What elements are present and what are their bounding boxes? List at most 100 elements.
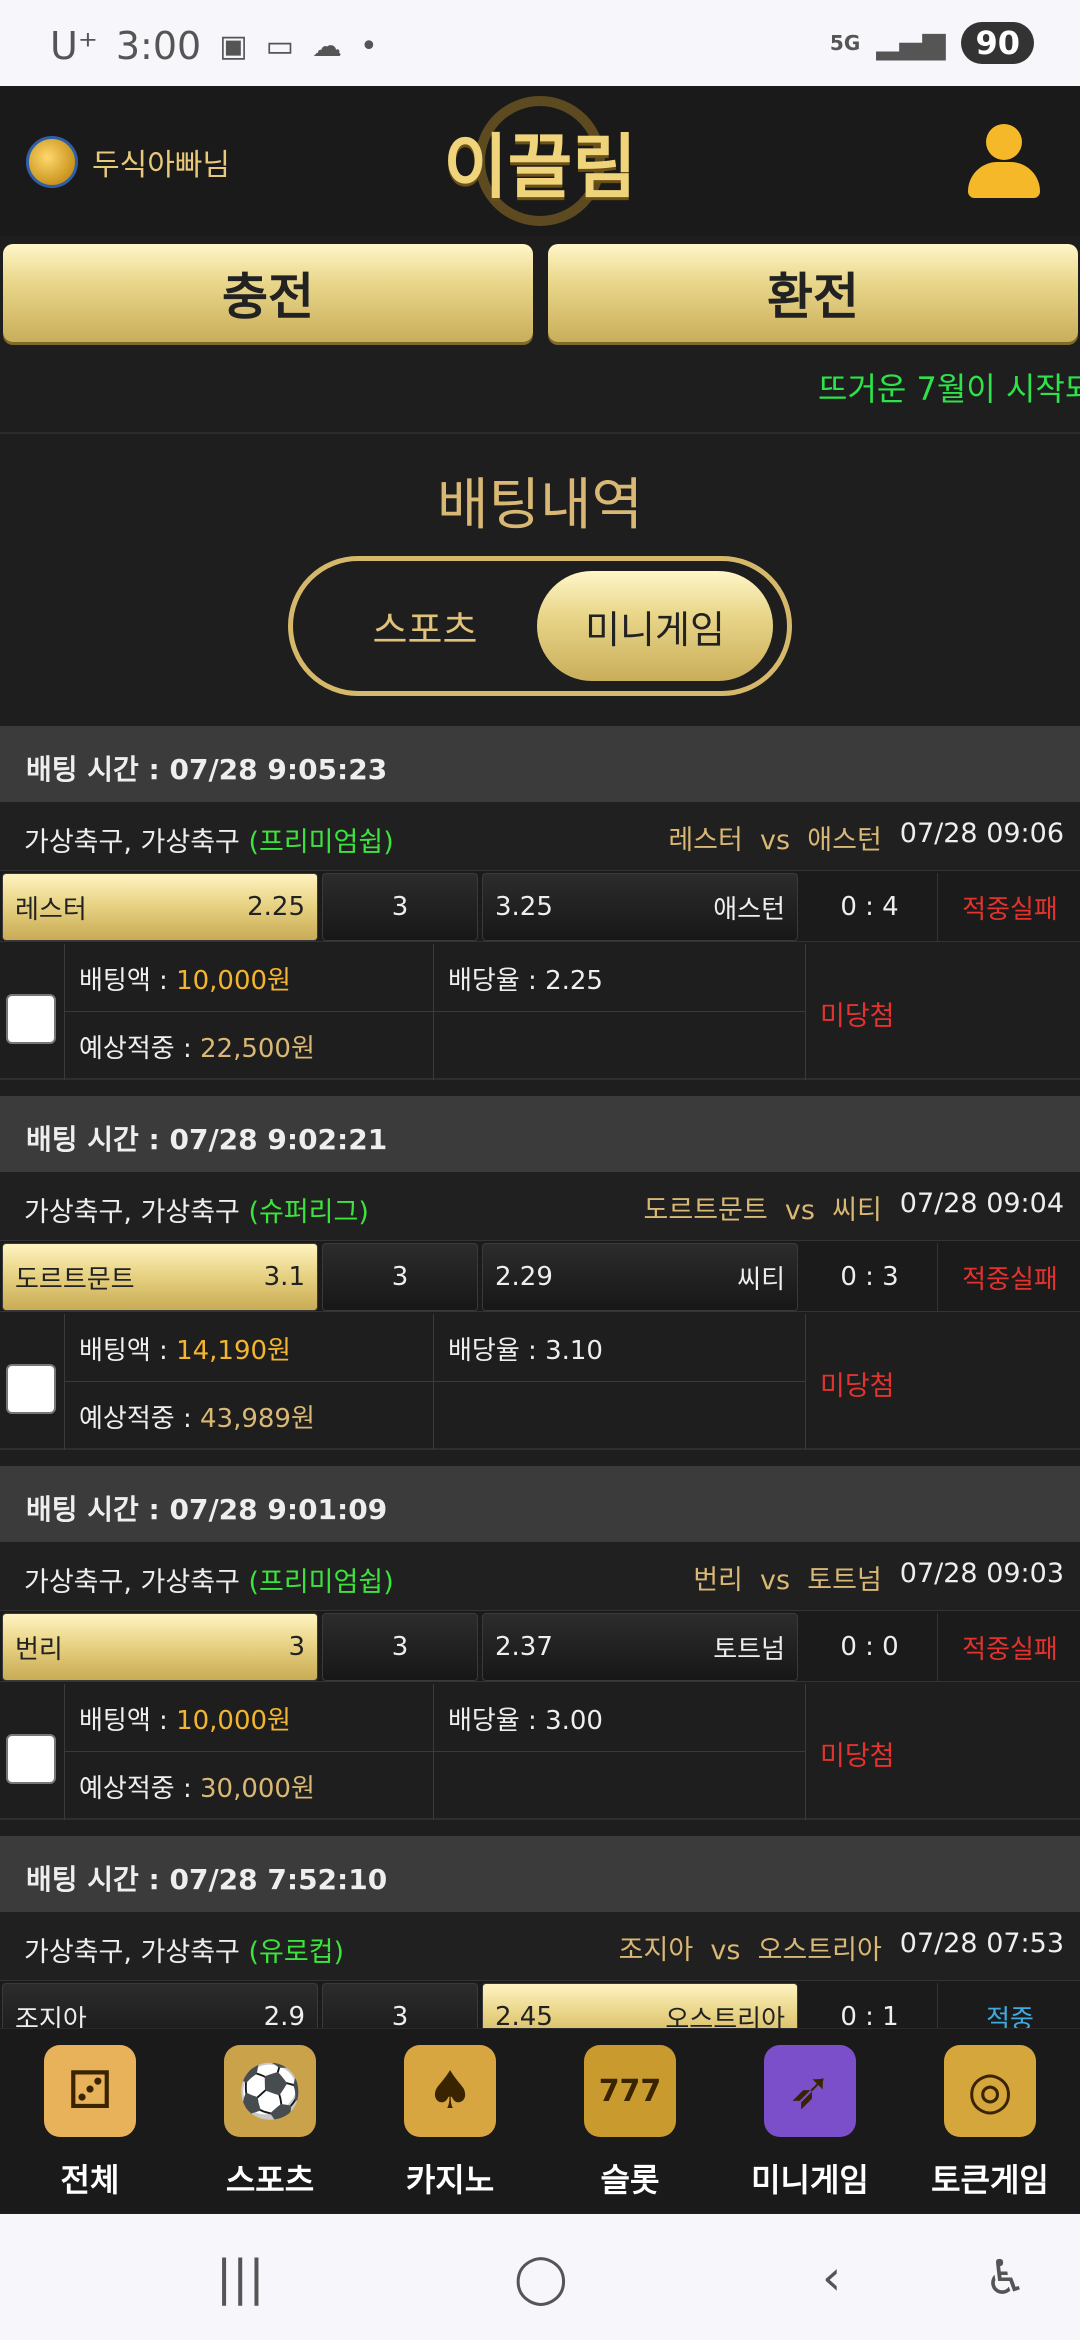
away-team: 애스턴 — [807, 825, 882, 856]
game-type: 가상축구, 가상축구 — [24, 1197, 249, 1228]
win-status: 미당첨 — [820, 1371, 895, 1402]
cards-icon: ♠ — [404, 2045, 496, 2137]
away-odds-cell: 3.25 애스턴 — [482, 873, 798, 941]
user-name: 두식아빠님 — [92, 148, 230, 183]
home-team: 도르트문트 — [643, 1195, 768, 1226]
payout-rate: 2.25 — [545, 966, 603, 996]
home-odds: 3 — [288, 1632, 305, 1662]
carrier-label: U⁺ — [50, 24, 98, 68]
match-info: 도르트문트 vs 씨티 07/28 09:04 — [644, 1188, 1064, 1227]
match-time: 07/28 07:53 — [899, 1928, 1064, 1959]
payout-rate-label: 배당율 : — [448, 1706, 546, 1736]
nav-label: 슬롯 — [600, 2161, 660, 2199]
bet-amount-label: 배팅액 : — [79, 1336, 177, 1366]
dot-icon: • — [359, 28, 378, 64]
bet-time: 배팅 시간 : 07/28 9:01:09 — [0, 1466, 1080, 1542]
status-bar: U⁺ 3:00 ▣ ▭ ☁ • 5G ▂▄▆ 90 — [0, 0, 1080, 86]
bet-info: 가상축구, 가상축구 (슈퍼리그) 도르트문트 vs 씨티 07/28 09:0… — [0, 1172, 1080, 1240]
match-time: 07/28 09:03 — [899, 1558, 1064, 1589]
profile-icon[interactable] — [968, 124, 1040, 200]
accessibility-icon[interactable]: ♿ — [984, 2250, 1027, 2306]
roulette-icon: ◎ — [944, 2045, 1036, 2137]
league-name: (유로컵) — [248, 1937, 345, 1968]
payout-rate: 3.10 — [545, 1336, 603, 1366]
bet-time: 배팅 시간 : 07/28 9:05:23 — [0, 726, 1080, 802]
away-odds-cell: 2.37 토트넘 — [482, 1613, 798, 1681]
bet-amount-label: 배팅액 : — [79, 966, 177, 996]
nav-item-2[interactable]: ♠ 카지노 — [360, 2039, 540, 2209]
tab-sports[interactable]: 스포츠 — [307, 571, 543, 681]
bet-amount-label: 배팅액 : — [79, 1706, 177, 1736]
result-status: 적중실패 — [962, 1264, 1058, 1295]
nav-item-1[interactable]: ⚽ 스포츠 — [180, 2039, 360, 2209]
screenshot-icon: ▣ — [219, 28, 248, 64]
bet-select-checkbox[interactable] — [6, 1364, 56, 1414]
nav-item-3[interactable]: 777 슬롯 — [540, 2039, 720, 2209]
payout-rate-line: 배당율 : 2.25 — [434, 944, 805, 1012]
nav-label: 토큰게임 — [931, 2161, 1049, 2199]
payout-rate-line: 배당율 : 3.00 — [434, 1684, 805, 1752]
bet-select-checkbox[interactable] — [6, 1734, 56, 1784]
app-logo[interactable]: 이끌림 — [440, 96, 640, 226]
league-name: (슈퍼리그) — [248, 1197, 369, 1228]
logo-text: 이끌림 — [443, 124, 637, 208]
away-team-label: 씨티 — [737, 1264, 785, 1295]
nav-item-5[interactable]: ◎ 토큰게임 — [900, 2039, 1080, 2209]
draw-odds-cell: 3 — [322, 1613, 478, 1681]
recent-apps-icon[interactable]: ||| — [216, 2250, 265, 2306]
back-icon[interactable]: ‹ — [822, 2250, 841, 2306]
home-icon[interactable]: ◯ — [514, 2250, 568, 2306]
home-team: 번리 — [693, 1565, 743, 1596]
bet-amount: 14,190원 — [176, 1336, 291, 1366]
away-odds: 3.25 — [495, 892, 553, 922]
bet-amount-col: 배팅액 : 10,000원 예상적중 : 30,000원 — [64, 1684, 434, 1820]
win-status: 미당첨 — [820, 1741, 895, 1772]
expected-win-label: 예상적중 : — [79, 1404, 200, 1434]
match-teams: 조지아 vs 오스트리아 — [619, 1928, 882, 1967]
nav-label: 전체 — [60, 2161, 120, 2199]
home-team-label: 번리 — [15, 1634, 63, 1665]
home-team-label: 레스터 — [15, 894, 87, 925]
match-time: 07/28 09:06 — [899, 818, 1064, 849]
expected-win: 22,500원 — [199, 1034, 315, 1064]
charge-button[interactable]: 충전 — [3, 244, 533, 342]
draw-odds-cell: 3 — [322, 1243, 478, 1311]
match-teams: 도르트문트 vs 씨티 — [644, 1188, 882, 1227]
slot-777-icon: 777 — [584, 2045, 676, 2137]
rank-badge-icon — [26, 136, 78, 188]
home-odds-cell: 번리 3 — [2, 1613, 318, 1681]
tab-minigame[interactable]: 미니게임 — [537, 571, 773, 681]
bet-time: 배팅 시간 : 07/28 7:52:10 — [0, 1836, 1080, 1912]
result-status: 적중실패 — [962, 894, 1058, 925]
user-badge[interactable]: 두식아빠님 — [26, 136, 230, 188]
bet-amount-line: 배팅액 : 10,000원 — [65, 1684, 433, 1752]
draw-odds-cell: 3 — [322, 873, 478, 941]
dice-icon: ⚂ — [44, 2045, 136, 2137]
expected-win: 43,989원 — [199, 1404, 315, 1434]
odds-row: 번리 3 3 2.37 토트넘 0 : 0 적중실패 — [0, 1610, 1080, 1682]
odds-row: 레스터 2.25 3 3.25 애스턴 0 : 4 적중실패 — [0, 870, 1080, 942]
away-odds-cell: 2.29 씨티 — [482, 1243, 798, 1311]
nav-item-0[interactable]: ⚂ 전체 — [0, 2039, 180, 2209]
home-odds: 2.25 — [247, 892, 305, 922]
match-teams: 번리 vs 토트넘 — [693, 1558, 882, 1597]
vs-label: vs — [710, 1935, 741, 1966]
score: 0 : 0 — [802, 1613, 938, 1681]
payout-rate-label: 배당율 : — [448, 966, 546, 996]
expected-win-line: 예상적중 : 43,989원 — [65, 1382, 433, 1450]
bet-detail: 배팅액 : 10,000원 예상적중 : 30,000원 배당율 : 3.00 … — [0, 1684, 1080, 1820]
bet-amount-col: 배팅액 : 10,000원 예상적중 : 22,500원 — [64, 944, 434, 1080]
nav-label: 카지노 — [405, 2161, 495, 2199]
bet-amount-col: 배팅액 : 14,190원 예상적중 : 43,989원 — [64, 1314, 434, 1450]
home-odds-cell: 도르트문트 3.1 — [2, 1243, 318, 1311]
notice-marquee: 뜨거운 7월이 시작되 — [0, 348, 1080, 434]
nav-item-4[interactable]: ➶ 미니게임 — [720, 2039, 900, 2209]
bet-select-checkbox[interactable] — [6, 994, 56, 1044]
away-team-label: 애스턴 — [713, 894, 785, 925]
bet-amount-line: 배팅액 : 14,190원 — [65, 1314, 433, 1382]
score: 0 : 3 — [802, 1243, 938, 1311]
payout-rate-label: 배당율 : — [448, 1336, 546, 1366]
action-row: 충전 환전 — [0, 240, 1080, 344]
game-type: 가상축구, 가상축구 — [24, 827, 249, 858]
exchange-button[interactable]: 환전 — [548, 244, 1078, 342]
